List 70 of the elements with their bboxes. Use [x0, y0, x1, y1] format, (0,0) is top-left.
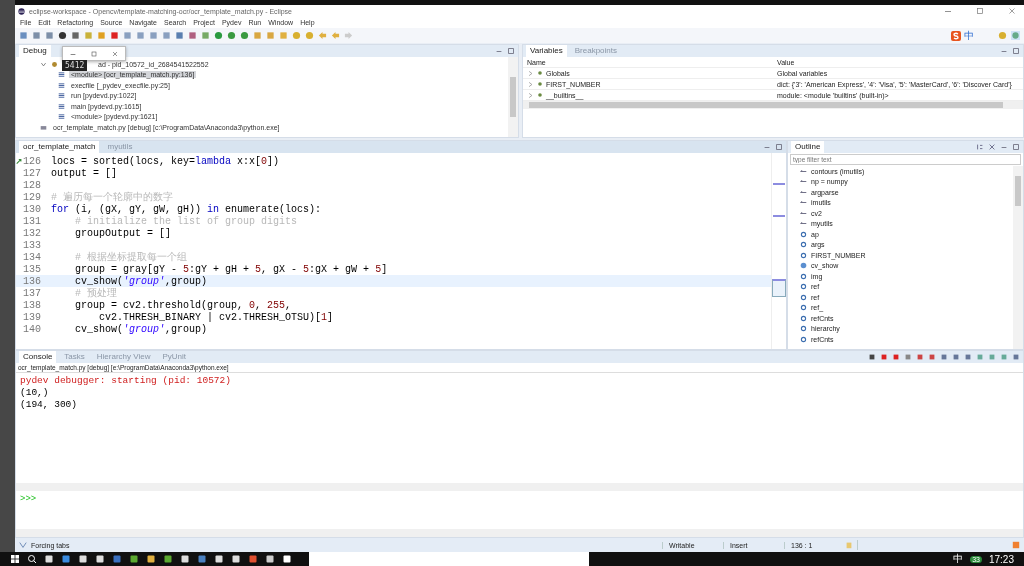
eclipse-logo-icon — [18, 7, 25, 15]
import-icon — [800, 188, 807, 196]
vertical-scrollbar[interactable] — [508, 57, 518, 137]
code-line: cv_show('group',group) — [74, 275, 208, 287]
function-icon — [800, 262, 807, 270]
code-line: for (i, (gX, gY, gW, gH)) in enumerate(locs): — [51, 203, 322, 215]
console-prompt: >>> — [20, 494, 37, 504]
sort-icon[interactable] — [976, 143, 984, 151]
line-number: 126 — [23, 155, 42, 167]
code-line: groupOutput = [] — [74, 227, 172, 239]
status-icon — [19, 541, 27, 549]
code-line: locs = sorted(locs, key=lambda x:x[0]) — [51, 155, 280, 167]
line-number: 140 — [23, 323, 42, 335]
console-line: (194, 300) — [20, 399, 78, 411]
ime-indicator[interactable]: 中 — [953, 552, 964, 566]
import-icon — [800, 167, 807, 175]
panel-tab[interactable]: Variables — [526, 45, 567, 57]
horizontal-scrollbar[interactable] — [16, 483, 1023, 491]
line-number: 129 — [23, 191, 42, 203]
code-line: group = gray[gY - 5:gY + gH + 5, gX - 5:gX + gW + 5] — [74, 263, 388, 275]
stack-frame-icon — [58, 71, 65, 79]
line-number: 128 — [23, 179, 42, 191]
console-line: pydev debugger: starting (pid: 10572) — [20, 375, 232, 387]
code-line: cv_show('group',group) — [74, 323, 208, 335]
maximize-icon[interactable] — [1012, 143, 1020, 151]
horizontal-scrollbar[interactable] — [16, 529, 1023, 537]
start-icon[interactable] — [10, 554, 20, 564]
code-line: # initialize the list of group digits — [74, 215, 298, 227]
close-icon[interactable] — [1006, 6, 1018, 16]
maximize-icon[interactable] — [1012, 47, 1020, 55]
line-number: 135 — [23, 263, 42, 275]
notification-icon[interactable] — [1012, 541, 1020, 549]
line-number: 139 — [23, 311, 42, 323]
maximize-icon[interactable] — [775, 143, 783, 151]
code-line: cv2.THRESH_BINARY | cv2.THRESH_OTSU)[1] — [98, 311, 334, 323]
ime-mode[interactable]: 中 — [964, 28, 974, 43]
editor-tab[interactable]: ocr_template_match — [19, 141, 100, 153]
stack-frame-icon — [58, 92, 65, 100]
line-number: 134 — [23, 251, 42, 263]
clock[interactable]: 17:23 — [988, 553, 1014, 565]
line-number: 132 — [23, 227, 42, 239]
maximize-icon[interactable] — [90, 49, 98, 58]
restore-icon[interactable] — [974, 6, 986, 16]
stack-frame-icon — [58, 102, 65, 110]
process-icon — [40, 123, 47, 131]
code-line: group = cv2.threshold(group, 0, 255, — [74, 299, 292, 311]
thread-icon — [51, 60, 58, 68]
close-icon[interactable] — [110, 49, 119, 58]
code-line: output = [] — [51, 167, 117, 179]
line-number: 130 — [23, 203, 42, 215]
line-number: 137 — [23, 287, 42, 299]
tooltip: 5412 — [62, 60, 88, 71]
code-line: # 预处理 — [74, 286, 117, 300]
expand-caret-icon[interactable] — [40, 60, 47, 68]
line-number: 127 — [23, 167, 42, 179]
line-number: 131 — [23, 215, 42, 227]
horizontal-scrollbar[interactable] — [523, 101, 1023, 109]
import-icon — [800, 209, 807, 217]
console-line: (10,) — [20, 387, 50, 399]
vertical-scrollbar[interactable] — [1013, 166, 1023, 349]
maximize-icon[interactable] — [507, 47, 515, 55]
debug-tab[interactable]: Debug — [19, 45, 51, 57]
line-number: 136 — [23, 275, 42, 287]
outline-tab[interactable]: Outline — [791, 141, 825, 153]
line-number: 133 — [23, 239, 42, 251]
line-number: 138 — [23, 299, 42, 311]
stack-frame-icon — [58, 113, 65, 121]
close-icon[interactable] — [988, 143, 996, 151]
stack-frame-icon — [58, 81, 65, 89]
panel-tab[interactable]: Console — [19, 351, 57, 363]
